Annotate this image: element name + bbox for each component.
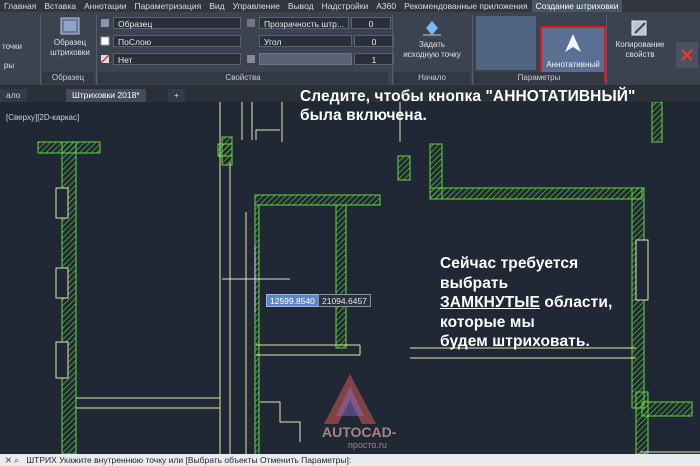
watermark-logo: AUTOCAD- просто.ru — [300, 372, 410, 454]
file-tab-hatch-2018[interactable]: Штриховки 2018* — [66, 89, 146, 102]
annotation-note-middle: Сейчас требуется выбрать ЗАМКНУТЫЕ облас… — [440, 254, 612, 352]
set-origin-icon — [423, 21, 441, 36]
pick-points-label: точки — [2, 42, 22, 51]
boundaries-expander[interactable]: ры — [0, 61, 18, 71]
separator — [40, 15, 41, 85]
boundaries-panel-label: ры — [3, 61, 15, 70]
angle-value[interactable]: 0 — [354, 35, 394, 47]
ribbon: точки ры Образец штриховки Образец Образ… — [0, 12, 700, 86]
tab-hatch-creation[interactable]: Создание штриховки — [531, 0, 623, 12]
tab-parametric[interactable]: Параметризация — [130, 0, 205, 12]
hatch-type-select[interactable]: Образец — [113, 17, 241, 29]
origin-panel-label: Начало — [394, 72, 470, 84]
background-color-select[interactable]: Нет — [113, 53, 241, 65]
scale-value[interactable]: 1 — [354, 53, 394, 65]
annotative-icon — [565, 34, 581, 52]
note-top-line2: была включена. — [300, 107, 427, 124]
note-mid-line3-rest: области, — [540, 294, 613, 312]
command-line-close-icon[interactable]: ✕ ⌕ — [0, 454, 24, 466]
hatch-color-select[interactable]: ПоСлою — [113, 35, 241, 47]
transparency-label[interactable]: Прозрачность штр... — [259, 17, 349, 29]
separator — [606, 15, 607, 85]
close-icon — [681, 49, 693, 61]
match-properties-icon — [631, 20, 647, 36]
note-mid-line1: Сейчас требуется — [440, 255, 579, 272]
note-mid-closed-word: ЗАМКНУТЫЕ — [440, 294, 540, 312]
tab-home[interactable]: Главная — [0, 0, 40, 12]
angle-label: Угол — [259, 35, 352, 47]
separator — [472, 15, 473, 85]
match-properties-label1: Копирование — [615, 40, 665, 49]
hatch-type-icon — [101, 19, 109, 27]
properties-panel-label: Свойства — [98, 72, 388, 84]
transparency-icon — [247, 19, 255, 27]
hatch-type-row: Образец — [100, 16, 241, 30]
ribbon-tab-bar: Главная Вставка Аннотации Параметризация… — [0, 0, 700, 12]
note-mid-line3: ЗАМКНУТЫЕ области, — [440, 293, 612, 313]
hatch-pattern-icon — [60, 17, 80, 35]
watermark-text1: AUTOCAD- — [322, 424, 397, 440]
note-mid-line2: выбрать — [440, 274, 509, 292]
note-mid-line4: которые мы — [440, 313, 535, 331]
coordinate-x-input[interactable]: 12599.8540 — [266, 294, 319, 307]
annotative-label: Аннотативный — [546, 60, 600, 69]
match-properties-label2: свойств — [625, 50, 655, 59]
scale-icon — [247, 55, 255, 63]
note-mid-line5: будем штриховать. — [440, 333, 590, 351]
transparency-row: Прозрачность штр... 0 — [246, 16, 391, 30]
hatch-color-row: ПоСлою — [100, 34, 241, 48]
separator — [392, 15, 393, 85]
viewport-label[interactable]: [Сверху][2D-каркас] — [6, 113, 79, 122]
watermark-text2: просто.ru — [348, 440, 387, 450]
hatch-pattern-label1: Образец — [53, 38, 87, 47]
annotation-note-top: Следите, чтобы кнопка "АННОТАТИВНЫЙ" был… — [300, 87, 635, 125]
background-color-row: Нет — [100, 52, 241, 66]
tab-output[interactable]: Вывод — [284, 0, 318, 12]
tab-a360[interactable]: A360 — [372, 0, 400, 12]
separator — [96, 15, 97, 85]
tab-addins[interactable]: Надстройки — [318, 0, 373, 12]
set-origin-label2: исходную точку — [403, 50, 461, 59]
angle-row: Угол 0 — [246, 34, 394, 48]
note-top-line1: Следите, чтобы кнопка "АННОТАТИВНЫЙ" — [300, 88, 636, 105]
pattern-panel-label: Образец — [42, 72, 94, 84]
options-panel-label: Параметры — [474, 72, 604, 84]
file-tab-start[interactable]: ало — [0, 89, 27, 102]
scale-slider[interactable] — [259, 53, 352, 65]
transparency-value[interactable]: 0 — [351, 17, 391, 29]
new-tab-button[interactable]: + — [168, 89, 185, 102]
hatch-pattern-button[interactable]: Образец штриховки — [46, 16, 94, 58]
close-hatch-editor-button[interactable] — [676, 42, 698, 68]
color-swatch-icon — [100, 36, 110, 46]
tab-featured-apps[interactable]: Рекомендованные приложения — [400, 0, 531, 12]
associative-button-area[interactable] — [476, 16, 536, 70]
match-properties-button[interactable]: Копирование свойств — [610, 18, 670, 60]
command-line-text: ШТРИХ Укажите внутреннюю точку или [Выбр… — [26, 455, 352, 465]
tab-annotate[interactable]: Аннотации — [80, 0, 131, 12]
set-origin-label1: Задать — [418, 40, 446, 49]
scale-row: 1 — [246, 52, 394, 66]
set-origin-button[interactable]: Задать исходную точку — [396, 18, 468, 60]
hatch-pattern-label2: штриховки — [50, 48, 90, 57]
tab-manage[interactable]: Управление — [229, 0, 284, 12]
command-line[interactable]: ✕ ⌕ ШТРИХ Укажите внутреннюю точку или [… — [0, 454, 700, 466]
tab-view[interactable]: Вид — [205, 0, 228, 12]
tab-insert[interactable]: Вставка — [40, 0, 80, 12]
background-swatch-icon — [100, 54, 110, 64]
pick-points-button[interactable]: точки — [0, 42, 24, 52]
coordinate-y-input[interactable]: 21094.6457 — [318, 294, 371, 307]
watermark-a-icon — [324, 374, 376, 424]
